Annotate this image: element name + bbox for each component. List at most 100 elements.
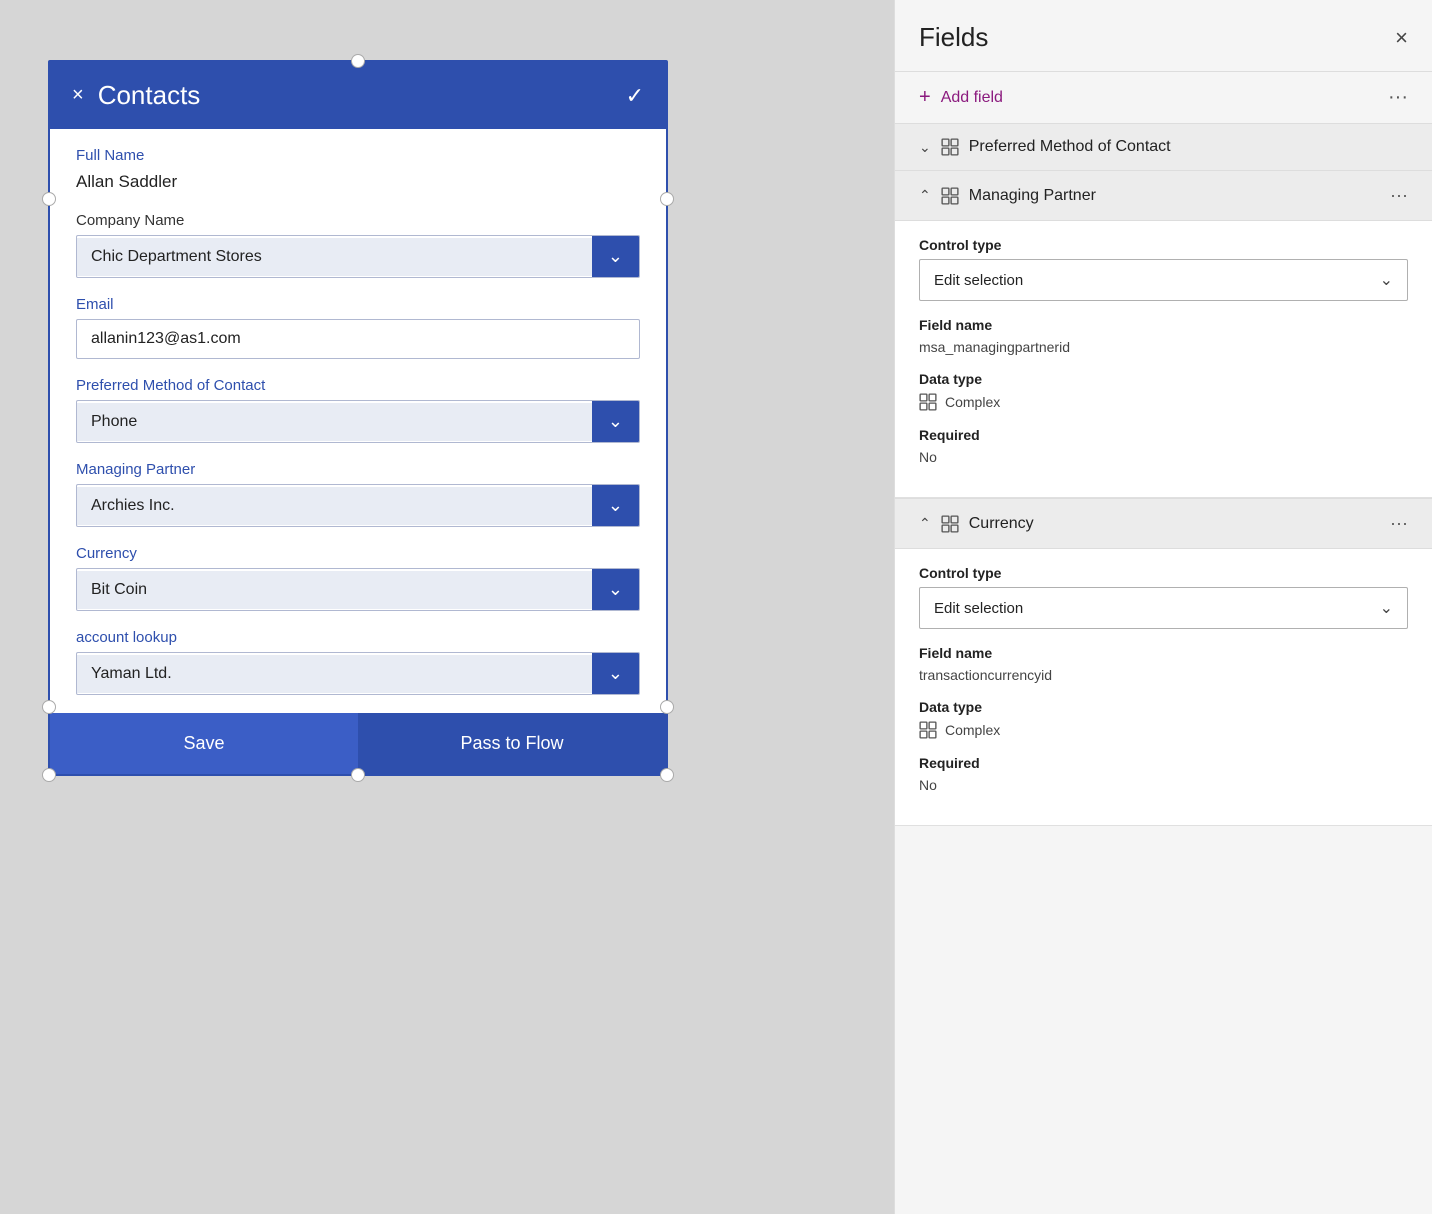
form-body: Full Name Allan Saddler Company Name Chi… — [50, 129, 666, 695]
resize-handle-bottom-left[interactable] — [42, 768, 56, 782]
company-name-label: Company Name — [76, 212, 640, 229]
control-type-label-1: Control type — [919, 237, 1408, 253]
email-label: Email — [76, 296, 640, 313]
resize-handle-left-bottom[interactable] — [42, 700, 56, 714]
pass-to-flow-button[interactable]: Pass to Flow — [358, 713, 666, 774]
form-footer: Save Pass to Flow — [50, 713, 666, 774]
grid-icon — [941, 138, 959, 156]
data-type-grid-icon-1 — [919, 393, 937, 411]
managing-partner-label: Managing Partner — [76, 461, 640, 478]
account-lookup-label: account lookup — [76, 629, 640, 646]
managing-partner-dropdown-btn[interactable]: ⌄ — [592, 485, 639, 526]
currency-detail: Control type Edit selection ⌄ Field name… — [895, 549, 1432, 826]
account-lookup-dropdown-btn[interactable]: ⌄ — [592, 653, 639, 694]
contacts-header-left: × Contacts — [72, 80, 200, 111]
company-name-dropdown-btn[interactable]: ⌄ — [592, 236, 639, 277]
data-type-row-2: Complex — [919, 721, 1408, 739]
managing-partner-detail: Control type Edit selection ⌄ Field name… — [895, 221, 1432, 498]
section-currency-header-left[interactable]: ⌃ Currency — [919, 515, 1034, 533]
required-value-1: No — [919, 449, 1408, 465]
add-field-label: Add field — [941, 89, 1003, 107]
managing-partner-value: Archies Inc. — [77, 487, 592, 525]
section-preferred-contact[interactable]: ⌄ Preferred Method of Contact — [895, 124, 1432, 171]
section-managing-partner-label: Managing Partner — [969, 187, 1096, 205]
full-name-group: Full Name Allan Saddler — [76, 147, 640, 194]
section-preferred-contact-label: Preferred Method of Contact — [969, 138, 1171, 156]
preferred-contact-group: Preferred Method of Contact Phone ⌄ — [76, 377, 640, 443]
resize-handle-left-top[interactable] — [42, 192, 56, 206]
control-type-dropdown-1[interactable]: Edit selection ⌄ — [919, 259, 1408, 301]
grid-icon-managing — [941, 187, 959, 205]
chevron-up-icon-managing: ⌃ — [919, 187, 931, 204]
resize-handle-right-top[interactable] — [660, 192, 674, 206]
section-currency-more[interactable]: ··· — [1390, 513, 1408, 534]
data-type-value-2: Complex — [945, 722, 1000, 738]
field-name-label-2: Field name — [919, 645, 1408, 661]
company-name-group: Company Name Chic Department Stores ⌄ — [76, 212, 640, 278]
full-name-value: Allan Saddler — [76, 170, 640, 194]
resize-handle-bottom-right[interactable] — [660, 768, 674, 782]
section-currency-label: Currency — [969, 515, 1034, 533]
contacts-header: × Contacts ✓ — [50, 62, 666, 129]
preferred-contact-value: Phone — [77, 403, 592, 441]
section-managing-partner-more[interactable]: ··· — [1390, 185, 1408, 206]
currency-dropdown[interactable]: Bit Coin ⌄ — [76, 568, 640, 611]
section-managing-partner-header: ⌃ Managing Partner ··· — [895, 171, 1432, 221]
section-managing-partner-header-left[interactable]: ⌃ Managing Partner — [919, 187, 1096, 205]
data-type-value-1: Complex — [945, 394, 1000, 410]
check-icon[interactable]: ✓ — [626, 83, 644, 109]
managing-partner-group: Managing Partner Archies Inc. ⌄ — [76, 461, 640, 527]
account-lookup-group: account lookup Yaman Ltd. ⌄ — [76, 629, 640, 695]
add-field-row: + Add field ··· — [895, 71, 1432, 124]
field-name-label-1: Field name — [919, 317, 1408, 333]
resize-handle-bottom-center[interactable] — [351, 768, 365, 782]
fields-close-icon[interactable]: × — [1395, 25, 1408, 51]
chevron-up-icon-currency: ⌃ — [919, 515, 931, 532]
contacts-panel: × Contacts ✓ Full Name Allan Saddler Com… — [48, 60, 668, 776]
email-input[interactable] — [76, 319, 640, 359]
required-value-2: No — [919, 777, 1408, 793]
section-currency-header: ⌃ Currency ··· — [895, 499, 1432, 549]
control-type-chevron-1: ⌄ — [1380, 270, 1393, 290]
plus-icon: + — [919, 86, 931, 109]
add-field-more-icon[interactable]: ··· — [1388, 86, 1408, 109]
data-type-label-1: Data type — [919, 371, 1408, 387]
preferred-contact-dropdown[interactable]: Phone ⌄ — [76, 400, 640, 443]
full-name-label: Full Name — [76, 147, 640, 164]
control-type-chevron-2: ⌄ — [1380, 598, 1393, 618]
account-lookup-value: Yaman Ltd. — [77, 655, 592, 693]
control-type-value-1: Edit selection — [934, 272, 1023, 289]
fields-panel: Fields × + Add field ··· ⌄ Preferred Met… — [894, 0, 1432, 1214]
save-button[interactable]: Save — [50, 713, 358, 774]
control-type-label-2: Control type — [919, 565, 1408, 581]
fields-title: Fields — [919, 22, 988, 53]
account-lookup-dropdown[interactable]: Yaman Ltd. ⌄ — [76, 652, 640, 695]
section-managing-partner: ⌃ Managing Partner ··· Control type Edit… — [895, 171, 1432, 498]
data-type-row-1: Complex — [919, 393, 1408, 411]
data-type-grid-icon-2 — [919, 721, 937, 739]
currency-value: Bit Coin — [77, 571, 592, 609]
fields-header: Fields × — [895, 0, 1432, 71]
field-name-value-1: msa_managingpartnerid — [919, 339, 1408, 355]
required-label-1: Required — [919, 427, 1408, 443]
resize-handle-top[interactable] — [351, 54, 365, 68]
section-currency: ⌃ Currency ··· Control type Edit selecti… — [895, 499, 1432, 826]
close-icon[interactable]: × — [72, 84, 84, 107]
company-name-dropdown[interactable]: Chic Department Stores ⌄ — [76, 235, 640, 278]
currency-dropdown-btn[interactable]: ⌄ — [592, 569, 639, 610]
control-type-dropdown-2[interactable]: Edit selection ⌄ — [919, 587, 1408, 629]
contacts-title: Contacts — [98, 80, 201, 111]
data-type-label-2: Data type — [919, 699, 1408, 715]
company-name-value: Chic Department Stores — [77, 238, 592, 276]
managing-partner-dropdown[interactable]: Archies Inc. ⌄ — [76, 484, 640, 527]
grid-icon-currency — [941, 515, 959, 533]
control-type-value-2: Edit selection — [934, 600, 1023, 617]
required-label-2: Required — [919, 755, 1408, 771]
preferred-contact-label: Preferred Method of Contact — [76, 377, 640, 394]
resize-handle-right-bottom[interactable] — [660, 700, 674, 714]
preferred-contact-dropdown-btn[interactable]: ⌄ — [592, 401, 639, 442]
currency-label: Currency — [76, 545, 640, 562]
currency-group: Currency Bit Coin ⌄ — [76, 545, 640, 611]
add-field-button[interactable]: + Add field — [919, 86, 1003, 109]
email-group: Email — [76, 296, 640, 359]
